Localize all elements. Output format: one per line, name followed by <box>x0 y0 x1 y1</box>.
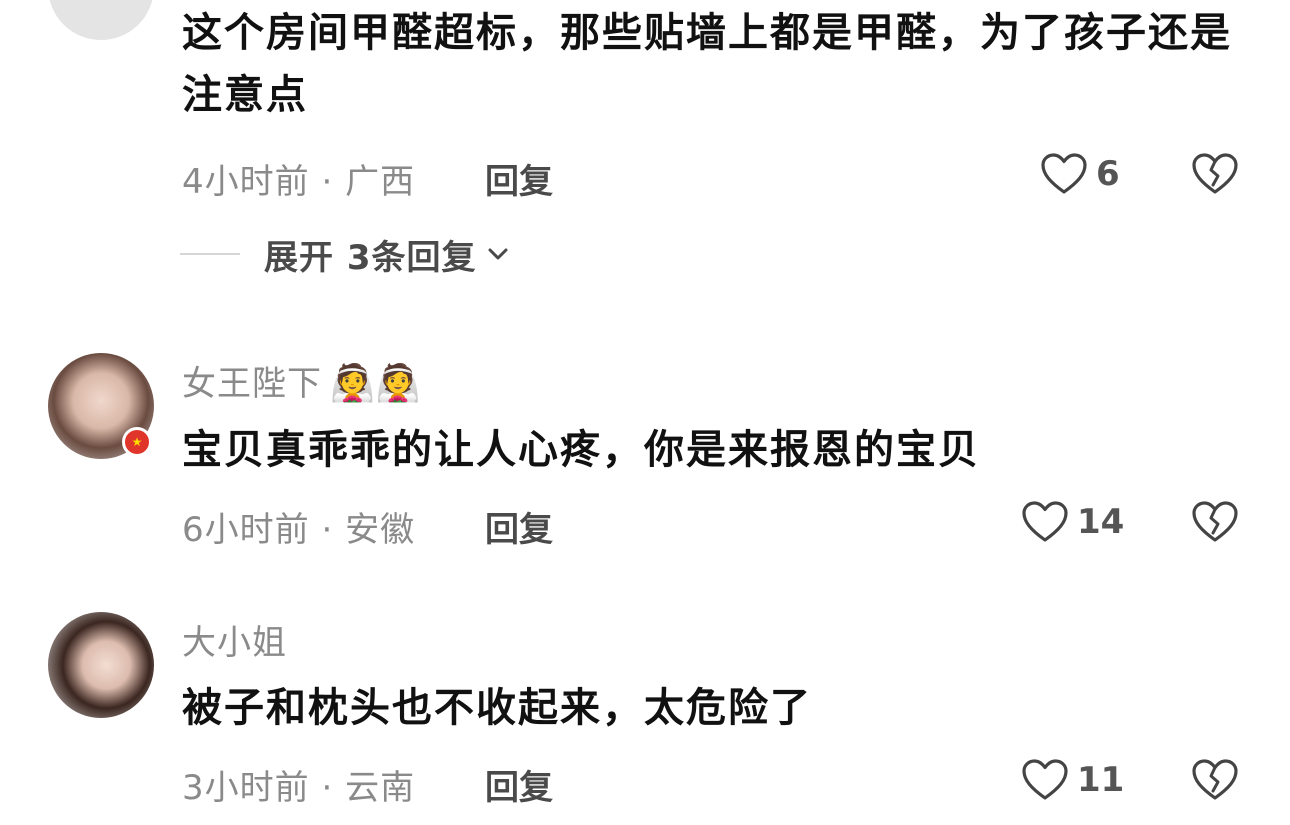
comment-time: 6小时前 <box>182 510 310 550</box>
meta-separator: · <box>309 510 346 550</box>
comment-time: 3小时前 <box>182 768 310 808</box>
like-count: 14 <box>1077 502 1125 542</box>
like-button[interactable]: 6 <box>1040 152 1120 196</box>
username-emoji: 👰👰 <box>330 363 422 404</box>
username-text: 大小姐 <box>182 623 287 663</box>
dislike-button[interactable] <box>1191 152 1239 196</box>
heart-outline-icon <box>1041 153 1087 194</box>
username[interactable]: 大小姐 <box>182 615 287 664</box>
avatar[interactable] <box>48 0 154 40</box>
like-button[interactable]: 14 <box>1021 500 1124 544</box>
expand-replies-label: 展开 3条回复 <box>264 237 477 278</box>
comment-time: 4小时前 <box>182 162 310 202</box>
comment-location: 安徽 <box>345 510 416 550</box>
comment-meta: 4小时前 · 广西 <box>182 154 415 203</box>
heart-outline-icon <box>1022 759 1068 800</box>
dislike-button[interactable] <box>1191 500 1239 544</box>
comment-text: 这个房间甲醛超标，那些贴墙上都是甲醛，为了孩子还是注意点 <box>182 10 1232 118</box>
comment-list: 这个房间甲醛超标，那些贴墙上都是甲醛，为了孩子还是注意点 4小时前 · 广西 回… <box>0 0 1290 825</box>
comment-text: 被子和枕头也不收起来，太危险了 <box>182 685 812 731</box>
dislike-button[interactable] <box>1191 758 1239 802</box>
like-button[interactable]: 11 <box>1021 758 1124 802</box>
broken-heart-icon <box>1192 759 1238 800</box>
username-text: 女王陛下 <box>182 364 322 404</box>
like-count: 11 <box>1077 760 1125 800</box>
reply-button[interactable]: 回复 <box>485 760 553 809</box>
username[interactable]: 女王陛下 👰👰 <box>182 356 422 405</box>
broken-heart-icon <box>1192 153 1238 194</box>
reply-button[interactable]: 回复 <box>485 154 553 203</box>
meta-separator: · <box>309 768 346 808</box>
broken-heart-icon <box>1192 501 1238 542</box>
expand-divider <box>180 253 240 255</box>
expand-replies-button[interactable]: 展开 3条回复 <box>180 232 511 278</box>
meta-separator: · <box>309 162 346 202</box>
avatar[interactable] <box>48 612 154 718</box>
heart-outline-icon <box>1022 501 1068 542</box>
comment-meta: 6小时前 · 安徽 <box>182 502 415 551</box>
comment-text: 宝贝真乖乖的让人心疼，你是来报恩的宝贝 <box>182 427 980 473</box>
comment-meta: 3小时前 · 云南 <box>182 760 415 809</box>
chevron-down-icon <box>488 248 507 260</box>
comment-location: 广西 <box>345 162 416 202</box>
like-count: 6 <box>1096 154 1120 194</box>
reply-button[interactable]: 回复 <box>485 502 553 551</box>
china-flag-icon: ★ <box>122 427 152 457</box>
comment-location: 云南 <box>345 768 416 808</box>
